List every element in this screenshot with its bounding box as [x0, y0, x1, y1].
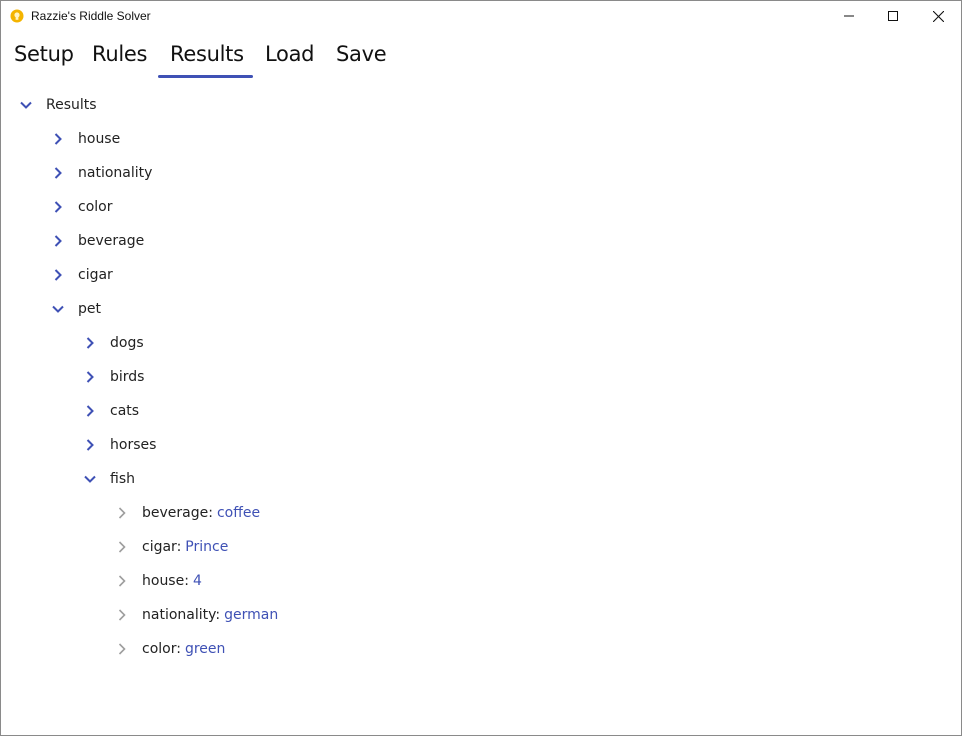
chevron-right-icon [118, 609, 126, 621]
detail-value: Prince [185, 539, 229, 555]
tree-node-label: cigar [78, 267, 113, 283]
chevron-right-icon [54, 235, 62, 247]
detail-value: 4 [192, 573, 202, 589]
tree-node-label: color [78, 199, 113, 215]
chevron-right-icon [118, 541, 126, 553]
chevron-right-icon [86, 439, 94, 451]
close-button[interactable] [915, 1, 961, 31]
tree-node-fish[interactable]: fish [83, 462, 135, 496]
chevron-down-icon [52, 305, 64, 313]
maximize-icon [888, 11, 898, 21]
tab-save[interactable]: Save [336, 42, 387, 66]
chevron-right-icon [54, 269, 62, 281]
tree-node-beverage[interactable]: beverage [51, 224, 144, 258]
chevron-down-icon [84, 475, 96, 483]
tree-leaf-beverage[interactable]: beverage: coffee [115, 496, 260, 530]
tree-node-label: house [78, 131, 121, 147]
detail-value: coffee [216, 505, 261, 521]
detail-key: house: [142, 573, 189, 589]
tree-node-dogs[interactable]: dogs [83, 326, 144, 360]
detail-key: color: [142, 641, 181, 657]
lightbulb-app-icon [10, 9, 24, 23]
tree-node-nationality[interactable]: nationality [51, 156, 152, 190]
chevron-right-icon [118, 575, 126, 587]
tree-leaf-house[interactable]: house: 4 [115, 564, 202, 598]
chevron-right-icon [54, 133, 62, 145]
tab-results[interactable]: Results [170, 42, 244, 66]
chevron-right-icon [86, 371, 94, 383]
tab-bar: Setup Rules Results Load Save [1, 37, 961, 81]
tab-setup[interactable]: Setup [14, 42, 74, 66]
chevron-right-icon [86, 337, 94, 349]
detail-key: beverage: [142, 505, 213, 521]
chevron-right-icon [54, 167, 62, 179]
active-tab-indicator [158, 75, 253, 78]
tree-node-label: birds [110, 369, 145, 385]
detail-value: german [224, 607, 279, 623]
tree-node-cats[interactable]: cats [83, 394, 139, 428]
detail-value: green [184, 641, 226, 657]
tree-node-horses[interactable]: horses [83, 428, 156, 462]
chevron-down-icon [20, 101, 32, 109]
tree-node-birds[interactable]: birds [83, 360, 144, 394]
tab-load[interactable]: Load [265, 42, 314, 66]
app-window: Razzie's Riddle Solver Setup Rules Resul… [0, 0, 962, 736]
maximize-button[interactable] [870, 1, 916, 31]
tree-node-label: beverage [78, 233, 145, 249]
tree-node-label: dogs [110, 335, 144, 351]
chevron-right-icon [54, 201, 62, 213]
tree-leaf-nationality[interactable]: nationality: german [115, 598, 278, 632]
tree-node-results[interactable]: Results [19, 88, 97, 122]
detail-key: nationality: [142, 607, 221, 623]
tree-node-color[interactable]: color [51, 190, 112, 224]
chevron-right-icon [118, 507, 126, 519]
window-title: Razzie's Riddle Solver [31, 9, 151, 23]
tree-node-label: nationality [78, 165, 153, 181]
detail-key: cigar: [142, 539, 182, 555]
minimize-icon [844, 15, 854, 17]
minimize-button[interactable] [826, 1, 872, 31]
tree-leaf-cigar[interactable]: cigar: Prince [115, 530, 228, 564]
tree-node-label: cats [110, 403, 140, 419]
tree-leaf-color[interactable]: color: green [115, 632, 225, 666]
tree-node-pet[interactable]: pet [51, 292, 101, 326]
title-bar[interactable]: Razzie's Riddle Solver [1, 1, 961, 31]
tab-rules[interactable]: Rules [92, 42, 147, 66]
tree-node-label: horses [110, 437, 157, 453]
close-icon [932, 10, 944, 22]
chevron-right-icon [86, 405, 94, 417]
tree-node-label: pet [78, 301, 101, 317]
tree-node-cigar[interactable]: cigar [51, 258, 113, 292]
tree-node-label: fish [110, 471, 135, 487]
tree-node-house[interactable]: house [51, 122, 120, 156]
chevron-right-icon [118, 643, 126, 655]
tree-node-label: Results [46, 97, 97, 113]
